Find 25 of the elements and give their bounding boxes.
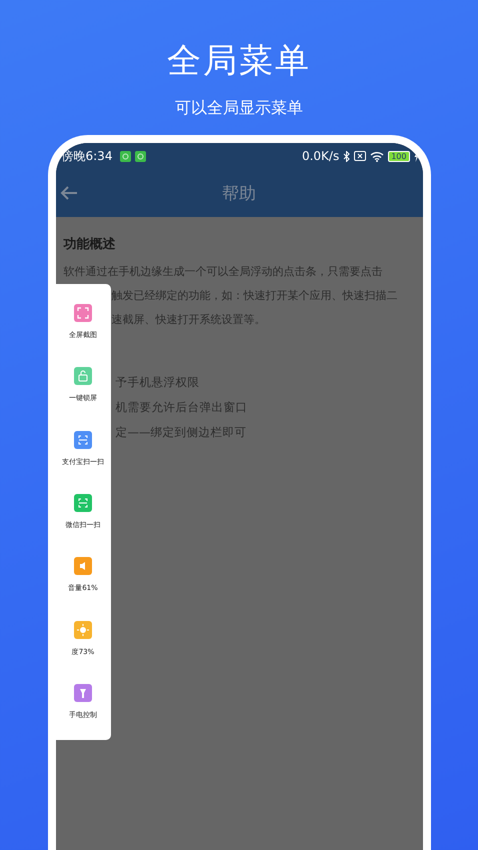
network-speed: 0.0K/s bbox=[302, 149, 340, 163]
app-notification-icon bbox=[120, 150, 132, 162]
back-arrow-icon[interactable] bbox=[60, 186, 78, 200]
wifi-icon bbox=[370, 150, 384, 162]
app-notification-icon bbox=[135, 150, 146, 162]
page-title: 帮助 bbox=[222, 182, 256, 204]
section-heading: 功能概述 bbox=[64, 236, 116, 253]
paragraph-text: 软件通过在手机边缘生成一个可以全局浮动的点击条，只需要点击 bbox=[64, 264, 384, 280]
step-text: 机需要允许后台弹出窗口 bbox=[116, 399, 248, 416]
paragraph-text: 速截屏、快速打开系统设置等。 bbox=[112, 312, 266, 328]
promo-title: 全局菜单 bbox=[167, 40, 311, 83]
no-sim-icon bbox=[354, 151, 366, 161]
paragraph-text: 触发已经绑定的功能，如：快速打开某个应用、快速扫描二 bbox=[112, 288, 398, 304]
battery-indicator: 100 bbox=[388, 150, 410, 162]
step-text: 予手机悬浮权限 bbox=[116, 374, 200, 391]
scan-icon[interactable] bbox=[74, 430, 92, 449]
speaker-icon[interactable] bbox=[74, 557, 92, 576]
sun-icon[interactable] bbox=[74, 620, 92, 639]
scan-icon[interactable] bbox=[74, 494, 92, 512]
step-text: 定——绑定到侧边栏即可 bbox=[116, 424, 248, 441]
screenshot-icon[interactable] bbox=[74, 304, 92, 322]
promo-subtitle: 可以全局显示菜单 bbox=[175, 98, 303, 119]
lock-icon[interactable] bbox=[74, 367, 92, 386]
flashlight-icon[interactable] bbox=[74, 684, 92, 702]
bluetooth-icon bbox=[343, 150, 350, 162]
